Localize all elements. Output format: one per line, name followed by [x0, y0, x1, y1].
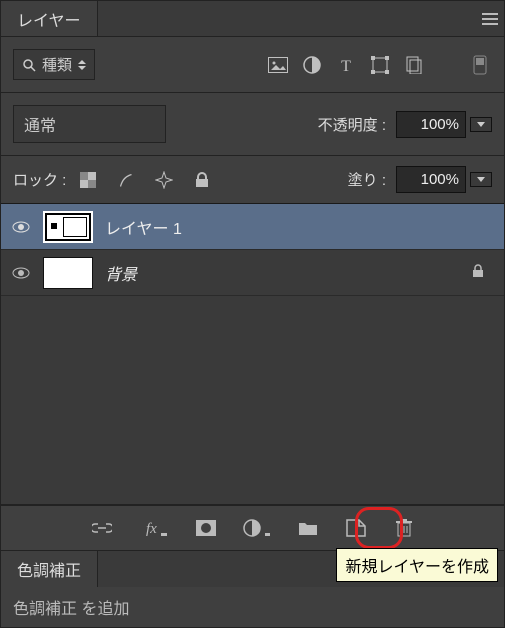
layer-thumbnail[interactable]: [43, 211, 93, 243]
filter-type-label: 種類: [42, 54, 72, 75]
layer-name: レイヤー 1: [105, 215, 182, 239]
layer-thumbnail[interactable]: [43, 257, 93, 289]
layer-item[interactable]: レイヤー 1: [1, 204, 504, 250]
visibility-eye-icon[interactable]: [11, 267, 31, 279]
search-icon: [22, 58, 36, 72]
lock-image-icon[interactable]: [114, 168, 138, 192]
layers-bottom-bar: fx 新規レイヤーを作成: [1, 505, 504, 550]
layers-panel: レイヤー 種類 T: [0, 0, 505, 628]
blend-mode-dropdown[interactable]: 通常: [13, 105, 166, 143]
visibility-eye-icon[interactable]: [11, 221, 31, 233]
new-layer-icon[interactable]: [344, 516, 368, 540]
filter-type-dropdown[interactable]: 種類: [13, 49, 95, 80]
tooltip-text: 新規レイヤーを作成: [345, 559, 489, 576]
new-layer-tooltip: 新規レイヤーを作成: [336, 548, 498, 582]
filter-type-text-icon[interactable]: T: [334, 53, 358, 77]
filter-adjustment-icon[interactable]: [300, 53, 324, 77]
opacity-dropdown-button[interactable]: [470, 117, 492, 132]
filter-toggle-switch[interactable]: [468, 53, 492, 77]
blend-opacity-row: 通常 不透明度 : 100%: [1, 93, 504, 156]
link-layers-icon[interactable]: [90, 516, 114, 540]
fill-label: 塗り :: [348, 169, 386, 190]
filter-row: 種類 T: [1, 37, 504, 93]
filter-shape-icon[interactable]: [368, 53, 392, 77]
lock-fill-row: ロック : 塗り : 100%: [1, 156, 504, 204]
lock-all-icon[interactable]: [190, 168, 214, 192]
svg-text:T: T: [341, 58, 351, 73]
adjustments-hint-text: 色調補正 を追加: [13, 601, 129, 618]
layer-mask-icon[interactable]: [194, 516, 218, 540]
adjustments-title-text: 色調補正: [17, 557, 81, 581]
layer-item[interactable]: 背景: [1, 250, 504, 296]
blend-mode-value: 通常: [24, 112, 56, 136]
layer-name: 背景: [105, 261, 137, 285]
panel-menu-button[interactable]: [476, 1, 504, 36]
svg-text:fx: fx: [146, 521, 157, 537]
lock-indicator-icon: [472, 264, 494, 281]
panel-titlebar: レイヤー: [1, 1, 504, 37]
lock-label: ロック :: [13, 169, 66, 190]
updown-icon: [78, 60, 86, 70]
filter-smart-icon[interactable]: [402, 53, 426, 77]
group-layers-icon[interactable]: [296, 516, 320, 540]
layer-style-icon[interactable]: fx: [138, 516, 170, 540]
opacity-label: 不透明度 :: [318, 114, 386, 135]
adjustment-layer-icon[interactable]: [242, 516, 272, 540]
panel-tab-adjustments[interactable]: 色調補正: [1, 551, 98, 587]
delete-layer-icon[interactable]: [392, 516, 416, 540]
opacity-control: 100%: [396, 111, 492, 138]
filter-pixel-icon[interactable]: [266, 53, 290, 77]
panel-title-text: レイヤー: [17, 7, 81, 31]
lock-transparent-icon[interactable]: [76, 168, 100, 192]
fill-control: 100%: [396, 166, 492, 193]
layers-list: レイヤー 1 背景: [1, 204, 504, 505]
fill-value[interactable]: 100%: [396, 166, 466, 193]
opacity-value[interactable]: 100%: [396, 111, 466, 138]
lock-position-icon[interactable]: [152, 168, 176, 192]
panel-tab-layers[interactable]: レイヤー: [1, 1, 98, 36]
fill-dropdown-button[interactable]: [470, 172, 492, 187]
